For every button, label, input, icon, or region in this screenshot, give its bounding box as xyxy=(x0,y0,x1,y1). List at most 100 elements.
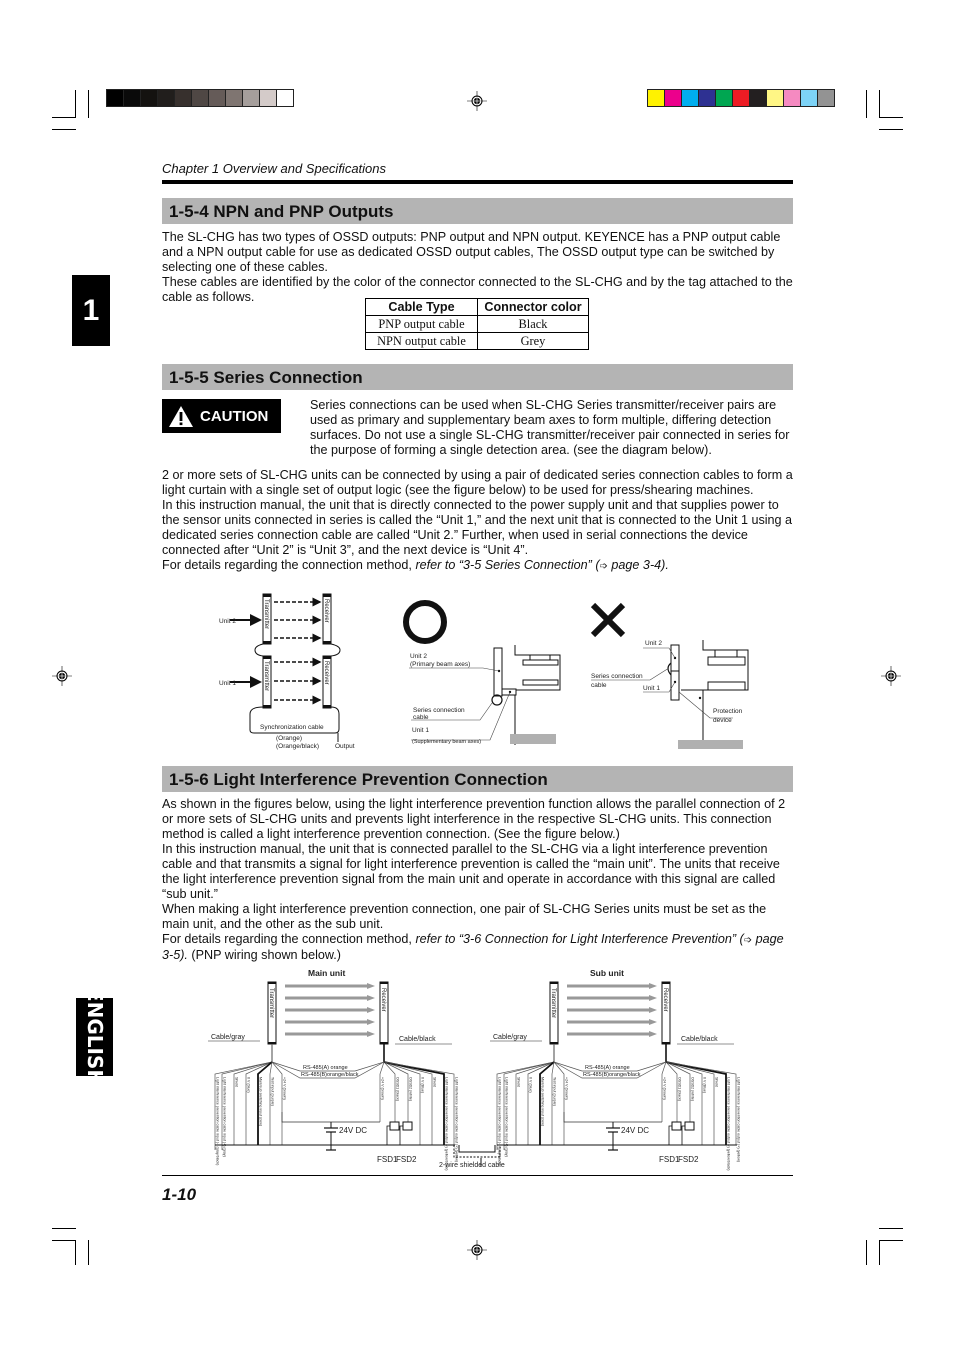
rx-wire-label: OSSD2 (white) xyxy=(409,1077,413,1101)
label-shielded-cable: 2-wire shielded cable xyxy=(439,1162,505,1169)
rx-wire-label: Light interference prevention cable outp… xyxy=(727,1077,731,1171)
beam-arrow-head xyxy=(649,995,657,1001)
label-unit2: Unit 2 xyxy=(645,640,662,647)
color-swatch xyxy=(749,89,767,107)
label-unit1: Unit 1 xyxy=(219,680,236,687)
ref-prefix: For details regarding the connection met… xyxy=(162,558,416,572)
beam-arrow-head xyxy=(367,1031,375,1037)
crop-mark xyxy=(52,129,76,130)
reference-link[interactable]: refer to “3-5 Series Connection” (➩ page… xyxy=(415,558,668,572)
label-24v-dc: 24V DC xyxy=(339,1126,367,1135)
transmitter-cap xyxy=(268,982,276,984)
label-receiver: Receiver xyxy=(323,661,329,685)
crop-mark xyxy=(866,90,867,118)
color-swatch xyxy=(225,89,243,107)
color-swatch xyxy=(106,89,124,107)
registration-mark-icon xyxy=(467,1240,487,1260)
floor xyxy=(678,740,743,749)
supply-positive-wire xyxy=(281,1112,380,1123)
crop-mark xyxy=(879,1240,903,1241)
rx-wire xyxy=(383,1061,445,1145)
language-label: ENGLISH xyxy=(82,987,107,1087)
label-primary-beam: (Primary beam axes) xyxy=(410,661,470,668)
warning-icon xyxy=(169,405,193,427)
transmitter-cap xyxy=(268,1042,276,1044)
paragraph: The SL-CHG has two types of OSSD outputs… xyxy=(162,230,781,274)
color-swatch xyxy=(259,89,277,107)
label-cable-black: Cable/black xyxy=(681,1036,718,1043)
beam-arrow-head xyxy=(649,1019,657,1025)
grayscale-color-bar xyxy=(106,89,294,107)
paragraph: In this instruction manual, the unit tha… xyxy=(162,498,793,557)
table-cell: NPN output cable xyxy=(365,332,478,350)
tx-wire xyxy=(515,1061,555,1145)
table-cell: Black xyxy=(477,315,589,333)
section-heading-series: 1-5-5 Series Connection xyxy=(162,364,793,390)
label-sub-unit: Sub unit xyxy=(590,968,624,978)
crop-mark xyxy=(879,1240,880,1265)
table-cell: PNP output cable xyxy=(365,315,478,333)
registration-mark-icon xyxy=(467,91,487,111)
label-rs485a: RS-485(A) orange xyxy=(585,1065,630,1071)
label-rs485b: RS-485(B)orange/black xyxy=(583,1072,641,1078)
rx-wire-label: +24 V (brown) xyxy=(381,1077,385,1100)
label-output: Output xyxy=(335,743,355,750)
tx-wire xyxy=(233,1061,273,1145)
label-transmitter: Transmitter xyxy=(268,988,274,1018)
label-cable-black: Cable/black xyxy=(399,1036,436,1043)
tx-wire-label: Light interference prevention cable inpu… xyxy=(498,1077,502,1165)
tx-wire-label: Main/sub switching input (pink) xyxy=(541,1077,545,1126)
color-swatch xyxy=(191,89,209,107)
label-supplementary-beam: (Supplementary beam axes) xyxy=(412,739,481,745)
column-header: Cable Type xyxy=(365,298,478,316)
ref-text: refer to “3-6 Connection for Light Inter… xyxy=(415,932,744,946)
unit2-sensor xyxy=(493,647,503,697)
label-transmitter: Transmitter xyxy=(550,988,556,1018)
color-swatch xyxy=(123,89,141,107)
tx-wire-label: Light interference prevention cable inpu… xyxy=(216,1077,220,1165)
label-unit1: Unit 1 xyxy=(643,685,660,692)
tx-wire xyxy=(503,1061,555,1150)
beam-arrow-head xyxy=(367,995,375,1001)
color-swatch xyxy=(242,89,260,107)
color-swatch xyxy=(157,89,175,107)
load-fsd1 xyxy=(389,1121,400,1131)
transmitter-cap xyxy=(550,982,558,984)
rx-wire-label: Light interference prevention cable outp… xyxy=(455,1077,459,1162)
tx-wire-label: Main/sub switching input (pink) xyxy=(259,1077,263,1126)
receiver-cap xyxy=(662,982,670,984)
load-fsd2 xyxy=(402,1121,413,1131)
rx-wire-label: Light interference prevention cable outp… xyxy=(737,1077,741,1162)
color-swatch xyxy=(140,89,158,107)
ref-suffix: (PNP wiring shown below.) xyxy=(187,948,341,962)
crop-mark xyxy=(88,90,89,118)
tx-wire-label: Shield xyxy=(235,1077,239,1087)
receiver-cap xyxy=(662,1042,670,1044)
process-color-bar xyxy=(647,89,835,107)
npn-pnp-body: The SL-CHG has two types of OSSD outputs… xyxy=(162,230,794,305)
label-receiver: Receiver xyxy=(380,988,386,1012)
color-swatch xyxy=(783,89,801,107)
label-unit2: Unit 2 xyxy=(410,653,427,660)
label-fsd1: FSD1 xyxy=(377,1155,398,1164)
color-swatch xyxy=(732,89,750,107)
rx-wire xyxy=(665,1061,678,1122)
machine-outline xyxy=(702,640,749,740)
label-receiver: Receiver xyxy=(662,988,668,1012)
rx-wire-label: OSSD1 (black) xyxy=(396,1077,400,1101)
label-main-unit: Main unit xyxy=(308,968,345,978)
label-fsd2: FSD2 xyxy=(678,1155,699,1164)
footer-rule xyxy=(162,1175,793,1176)
label-protection-device: device xyxy=(713,717,732,724)
series-connection-diagram: Unit 2 Unit 1 Transmitter Receiver Trans… xyxy=(219,593,355,750)
rx-wire-label: Light interference prevention cable outp… xyxy=(445,1077,449,1171)
chapter-tab: 1 xyxy=(72,275,110,346)
chapter-number: 1 xyxy=(82,293,100,327)
label-rs485b: RS-485(B)orange/black xyxy=(301,1072,359,1078)
registration-mark-icon xyxy=(52,666,72,686)
beam-arrow-head xyxy=(649,1007,657,1013)
shielded-cable-wire xyxy=(458,1145,496,1153)
caution-label: CAUTION xyxy=(200,407,269,425)
color-swatch xyxy=(766,89,784,107)
page-number: 1-10 xyxy=(162,1185,197,1204)
